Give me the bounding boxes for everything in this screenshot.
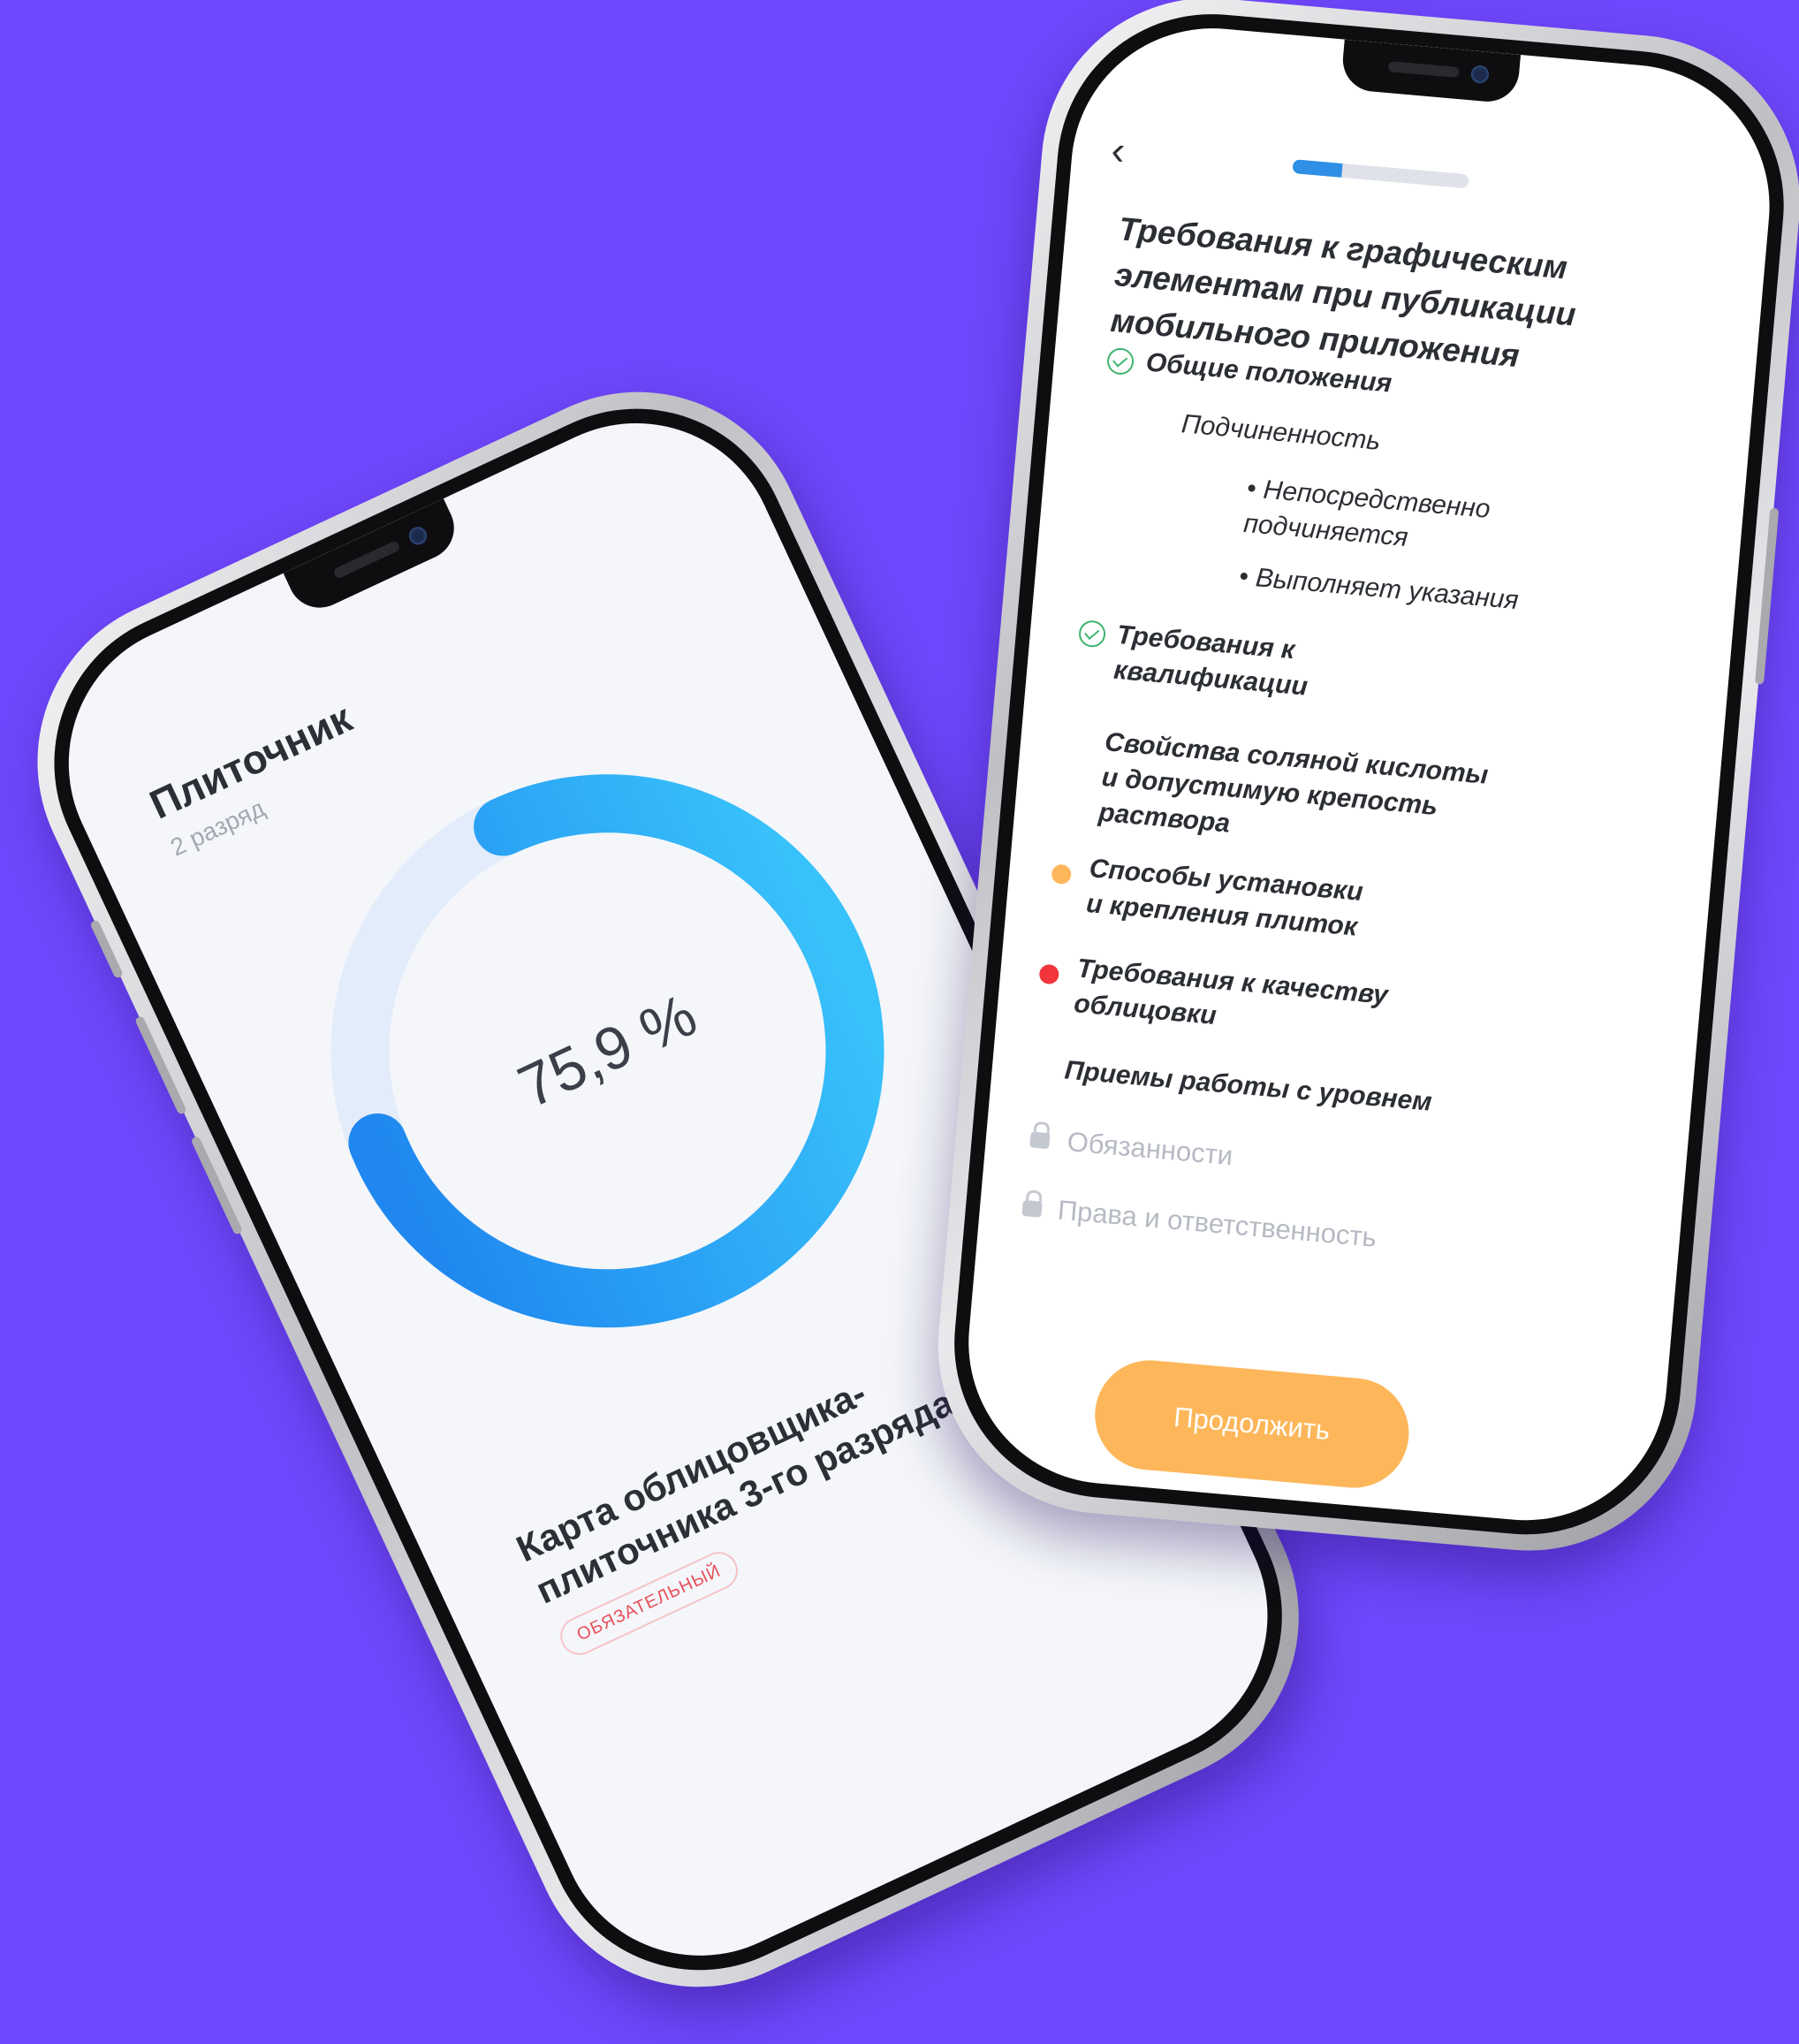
progress-percent-label: 75,9 % (508, 981, 707, 1121)
section-item[interactable]: Свойства соляной кислоты и допустимую кр… (1097, 725, 1494, 864)
progress-ring: 75,9 % (238, 681, 977, 1421)
front-camera (1470, 65, 1490, 84)
section-item[interactable]: Требования к квалификации (1112, 618, 1347, 708)
check-circle-icon (1077, 619, 1107, 649)
continue-button[interactable]: Продолжить (1090, 1356, 1414, 1493)
step-progress-bar (1292, 159, 1469, 189)
subsection-item[interactable]: Подчиненность (1180, 407, 1382, 460)
lock-icon (1029, 1131, 1051, 1150)
failed-dot-icon (1038, 963, 1060, 985)
chevron-left-icon[interactable]: ‹ (1110, 125, 1127, 174)
bullet-item[interactable]: • Непосредственно подчиняется (1242, 471, 1513, 565)
step-progress-fill (1292, 159, 1343, 178)
speaker-grille (332, 540, 401, 580)
section-item[interactable]: Требования к качеству облицовки (1073, 951, 1396, 1049)
section-item[interactable]: Приемы работы с уровнем (1063, 1053, 1433, 1121)
section-item[interactable]: Способы установки и крепления плиток (1085, 851, 1373, 946)
right-screen: ‹ Требования к графическим элементам при… (956, 16, 1781, 1532)
lock-icon (1021, 1199, 1043, 1218)
check-circle-icon (1105, 346, 1135, 376)
right-phone: ‹ Требования к графическим элементам при… (924, 0, 1799, 1565)
in-progress-dot-icon (1051, 863, 1073, 885)
front-camera (406, 524, 430, 548)
locked-section-item: Обязанности (1066, 1126, 1234, 1172)
locked-section-item: Права и ответственность (1056, 1194, 1378, 1253)
bullet-item[interactable]: • Выполняет указания (1238, 559, 1521, 619)
speaker-grille (1387, 61, 1460, 79)
